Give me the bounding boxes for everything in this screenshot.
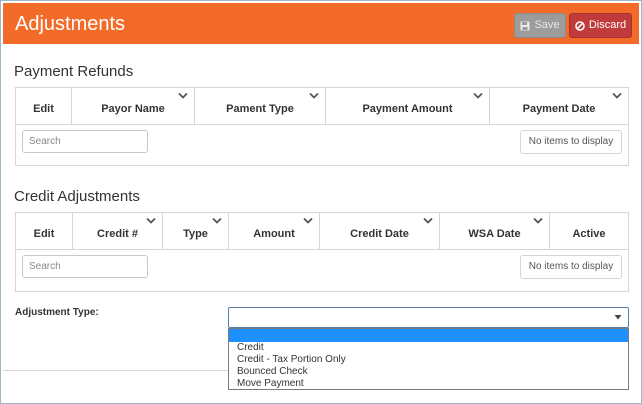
column-label: Credit Date: [350, 228, 409, 240]
dropdown-highlighted-option[interactable]: [229, 329, 628, 342]
page-title: Adjustments: [15, 13, 126, 35]
column-label: Payment Date: [522, 103, 596, 115]
option-bounced-check[interactable]: Bounced Check: [237, 366, 308, 378]
column-label: Edit: [33, 228, 55, 240]
discard-button-label: Discard: [588, 19, 627, 31]
option-move-payment[interactable]: Move Payment: [237, 378, 304, 390]
credit-adjustments-header: Edit Credit # Type Amount Credit Date WS…: [16, 213, 628, 250]
payment-refunds-search-input[interactable]: [22, 130, 148, 153]
column-label: Credit #: [97, 228, 138, 240]
chevron-down-icon[interactable]: [473, 92, 483, 100]
chevron-down-icon[interactable]: [178, 92, 188, 100]
adjustment-type-select[interactable]: [228, 307, 629, 328]
option-credit[interactable]: Credit: [237, 342, 264, 354]
column-type[interactable]: Type: [163, 213, 229, 249]
column-label: Payment Amount: [362, 103, 453, 115]
column-payment-amount[interactable]: Payment Amount: [326, 88, 490, 124]
payment-refunds-grid: Edit Payor Name Pament Type Payment Amou…: [15, 87, 629, 166]
chevron-down-icon[interactable]: [309, 92, 319, 100]
payment-refunds-header: Edit Payor Name Pament Type Payment Amou…: [16, 88, 628, 125]
column-label: Edit: [33, 103, 54, 115]
payment-refunds-empty-status: No items to display: [520, 130, 622, 154]
column-edit[interactable]: Edit: [16, 88, 72, 124]
divider: [3, 370, 228, 371]
column-label: Active: [572, 228, 606, 240]
adjustments-window: Adjustments Save Discard Payment Refunds…: [0, 0, 642, 404]
chevron-down-icon[interactable]: [423, 217, 433, 225]
save-button[interactable]: Save: [514, 13, 566, 38]
credit-adjustments-search-input[interactable]: [22, 255, 148, 278]
chevron-down-icon[interactable]: [612, 92, 622, 100]
column-label: Pament Type: [226, 103, 294, 115]
credit-adjustments-grid: Edit Credit # Type Amount Credit Date WS…: [15, 212, 629, 292]
credit-adjustments-title: Credit Adjustments: [14, 188, 140, 205]
column-payor-name[interactable]: Payor Name: [72, 88, 195, 124]
chevron-down-icon[interactable]: [212, 217, 222, 225]
payment-refunds-title: Payment Refunds: [14, 63, 134, 80]
discard-button[interactable]: Discard: [569, 13, 632, 38]
option-credit-tax-portion-only[interactable]: Credit - Tax Portion Only: [237, 354, 346, 366]
payment-refunds-toolbar: No items to display: [16, 124, 628, 165]
column-wsa-date[interactable]: WSA Date: [440, 213, 550, 249]
save-button-label: Save: [534, 19, 560, 31]
floppy-disk-icon: [520, 21, 530, 31]
chevron-down-icon[interactable]: [303, 217, 313, 225]
column-label: WSA Date: [468, 228, 521, 240]
header-bar: Adjustments Save Discard: [3, 3, 639, 44]
triangle-down-icon: [614, 315, 622, 320]
ban-icon: [575, 20, 585, 31]
column-payment-type[interactable]: Pament Type: [195, 88, 326, 124]
credit-adjustments-toolbar: No items to display: [16, 249, 628, 291]
adjustment-type-dropdown: Credit Credit - Tax Portion Only Bounced…: [228, 328, 629, 390]
column-credit-number[interactable]: Credit #: [73, 213, 163, 249]
chevron-down-icon[interactable]: [533, 217, 543, 225]
column-payment-date[interactable]: Payment Date: [490, 88, 628, 124]
column-credit-date[interactable]: Credit Date: [320, 213, 440, 249]
credit-adjustments-empty-status: No items to display: [520, 255, 622, 279]
adjustment-type-label: Adjustment Type:: [15, 307, 99, 318]
column-amount[interactable]: Amount: [229, 213, 320, 249]
column-label: Payor Name: [101, 103, 165, 115]
column-label: Amount: [253, 228, 295, 240]
column-active[interactable]: Active: [550, 213, 628, 249]
column-edit[interactable]: Edit: [16, 213, 73, 249]
chevron-down-icon[interactable]: [146, 217, 156, 225]
column-label: Type: [183, 228, 208, 240]
